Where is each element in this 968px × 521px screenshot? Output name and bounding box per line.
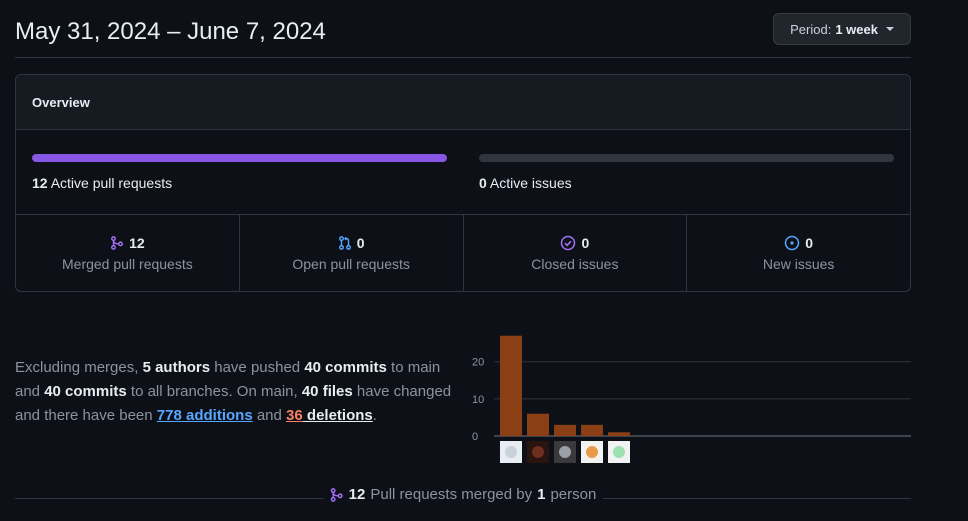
active-prs-label: 12 Active pull requests (32, 175, 447, 191)
merged-count: 12 (348, 486, 366, 503)
avatar-glyph (505, 446, 517, 458)
overview-header: Overview (16, 75, 910, 130)
avatar-glyph (532, 446, 544, 458)
summary-text: . (372, 407, 377, 424)
avatar-glyph (559, 446, 571, 458)
active-prs-text: Active pull requests (50, 175, 173, 191)
issue-closed-icon (561, 235, 576, 250)
stat-merged-pull-requests[interactable]: 12 Merged pull requests (16, 215, 240, 291)
y-tick-label: 10 (472, 394, 484, 406)
stats-row: 12 Merged pull requests 0 Open pull requ… (16, 215, 910, 291)
issue-opened-icon (784, 235, 800, 250)
overview-box: Overview 12 Active pull requests 0 Activ… (15, 74, 911, 292)
summary-text: and (252, 407, 287, 424)
active-prs-progress-bar (32, 154, 447, 162)
active-pull-requests-block[interactable]: 12 Active pull requests (32, 154, 447, 191)
chart-bar (554, 424, 576, 436)
stat-value: 0 (805, 234, 814, 251)
active-issues-count: 0 (479, 175, 487, 191)
stat-label: Merged pull requests (62, 255, 193, 272)
persons-count: 1 (537, 486, 546, 503)
avatar-glyph (613, 446, 625, 458)
summary-text: to all branches. On main, (126, 383, 302, 400)
active-issues-label: 0 Active issues (479, 175, 894, 191)
summary-text: have pushed (210, 359, 305, 376)
y-tick-label: 20 (472, 357, 484, 369)
active-issues-progress-bar (479, 154, 894, 162)
chart-bar (527, 413, 549, 436)
files-count: 40 files (301, 383, 353, 400)
stat-value: 12 (129, 234, 145, 251)
chart-bar (500, 335, 522, 436)
commits-by-author-chart: 0 10 20 (472, 335, 911, 463)
summary-text: Excluding merges, (15, 359, 143, 376)
overview-title: Overview (32, 94, 90, 110)
merged-prs-footer: 12 Pull requests merged by 1 person (15, 486, 911, 506)
stat-value: 0 (581, 234, 590, 251)
commits-main-count: 40 commits (304, 359, 387, 376)
stat-closed-issues[interactable]: 0 Closed issues (464, 215, 688, 291)
stat-label: Closed issues (531, 255, 619, 272)
stat-open-pull-requests[interactable]: 0 Open pull requests (240, 215, 464, 291)
period-label: Period: (790, 21, 832, 37)
stat-label: Open pull requests (292, 255, 410, 272)
period-dropdown-button[interactable]: Period: 1 week (773, 13, 911, 45)
additions-link[interactable]: 778 (157, 407, 182, 424)
page-title: May 31, 2024 – June 7, 2024 (15, 18, 326, 45)
footer-label: Pull requests merged by (370, 486, 533, 503)
stat-new-issues[interactable]: 0 New issues (687, 215, 910, 291)
git-merge-icon (111, 235, 124, 250)
footer-text: 12 Pull requests merged by 1 person (323, 486, 603, 503)
git-pull-request-icon (338, 235, 351, 250)
active-issues-block[interactable]: 0 Active issues (479, 154, 894, 191)
active-prs-progress-fill (32, 154, 447, 162)
additions-link-text[interactable]: additions (182, 407, 253, 424)
footer-label: person (550, 486, 597, 503)
active-issues-text: Active issues (489, 175, 572, 191)
commit-summary: Excluding merges, 5 authors have pushed … (15, 356, 465, 428)
page-header: May 31, 2024 – June 7, 2024 Period: 1 we… (15, 0, 911, 58)
active-prs-count: 12 (32, 175, 48, 191)
stat-value: 0 (356, 234, 365, 251)
chart-bar (581, 424, 603, 436)
stat-label: New issues (762, 255, 835, 272)
period-value: 1 week (835, 21, 878, 37)
chart-bar (608, 432, 630, 436)
avatar-glyph (586, 446, 598, 458)
authors-count: 5 authors (142, 359, 211, 376)
git-merge-icon (330, 487, 343, 502)
y-tick-label: 0 (472, 431, 478, 443)
activity-bars: 12 Active pull requests 0 Active issues (16, 130, 910, 215)
deletions-link[interactable]: 36 (286, 407, 303, 424)
deletions-link-text[interactable]: deletions (303, 407, 373, 424)
caret-down-icon (886, 27, 894, 31)
commits-all-count: 40 commits (44, 383, 127, 400)
